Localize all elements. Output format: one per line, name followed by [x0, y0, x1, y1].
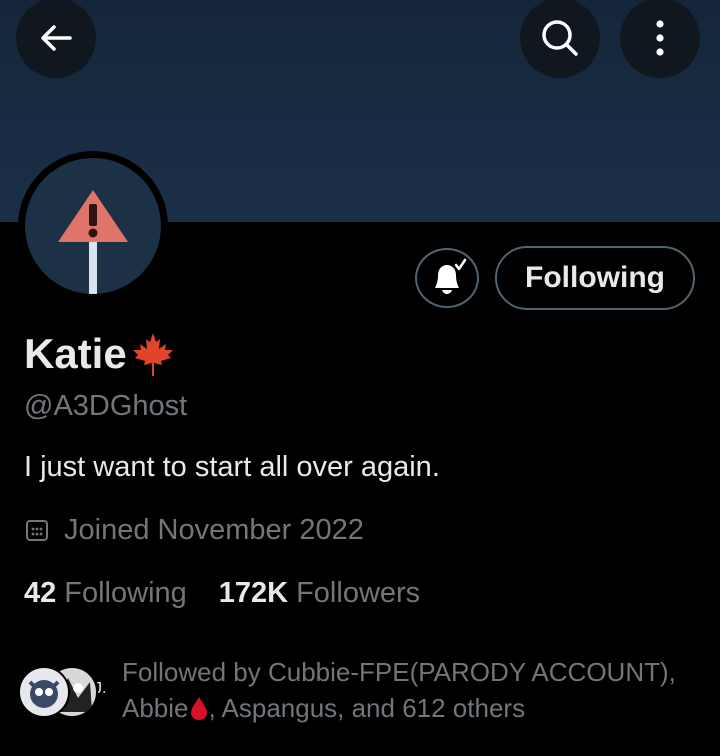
followed-by-line-1: Followed by Cubbie-FPE(PARODY ACCOUNT), — [122, 657, 676, 687]
profile-name-text: Katie — [24, 330, 127, 377]
calendar-icon — [26, 520, 48, 541]
followers-count: 172K — [218, 577, 289, 609]
profile-avatar[interactable] — [18, 151, 168, 301]
following-count: 42 — [24, 577, 57, 609]
followed-by-text: Followed by Cubbie-FPE(PARODY ACCOUNT), … — [122, 654, 702, 726]
followed-by-rest: , Aspangus, and 612 others — [208, 693, 526, 723]
more-vertical-icon — [656, 20, 664, 56]
blood-drop-icon — [190, 697, 207, 720]
profile-handle: @A3DGhost — [24, 390, 188, 422]
search-button[interactable] — [520, 0, 600, 78]
back-button[interactable] — [16, 0, 96, 78]
following-label: Following — [64, 577, 187, 609]
mutual-avatar-1 — [18, 666, 70, 718]
followed-by-line-2: Abbie , Aspangus, and 612 others — [122, 690, 702, 726]
joined-text: Joined November 2022 — [64, 514, 364, 546]
profile-name: Katie — [24, 328, 177, 380]
followed-by-section[interactable]: J. Followed by Cubbie-FPE(PARODY ACCOUNT… — [16, 654, 706, 730]
joined-date: Joined November 2022 — [24, 512, 364, 548]
notifications-button[interactable] — [415, 248, 479, 308]
followers-label: Followers — [296, 577, 421, 609]
mutual-followers-avatars: J. — [16, 662, 116, 722]
arrow-left-icon — [41, 25, 72, 51]
followers-stat[interactable]: 172K Followers — [219, 575, 420, 611]
more-options-button[interactable] — [620, 0, 700, 78]
followed-by-name-abbie: Abbie — [122, 693, 189, 723]
search-icon — [542, 20, 578, 56]
following-stat[interactable]: 42 Following — [24, 575, 187, 611]
warning-sign-icon — [58, 190, 128, 294]
profile-bio: I just want to start all over again. — [24, 451, 440, 483]
follow-stats: 42 Following 172K Followers — [24, 575, 452, 611]
bell-check-icon — [435, 258, 467, 294]
following-button[interactable]: Following — [495, 246, 695, 310]
maple-leaf-icon — [132, 333, 173, 376]
